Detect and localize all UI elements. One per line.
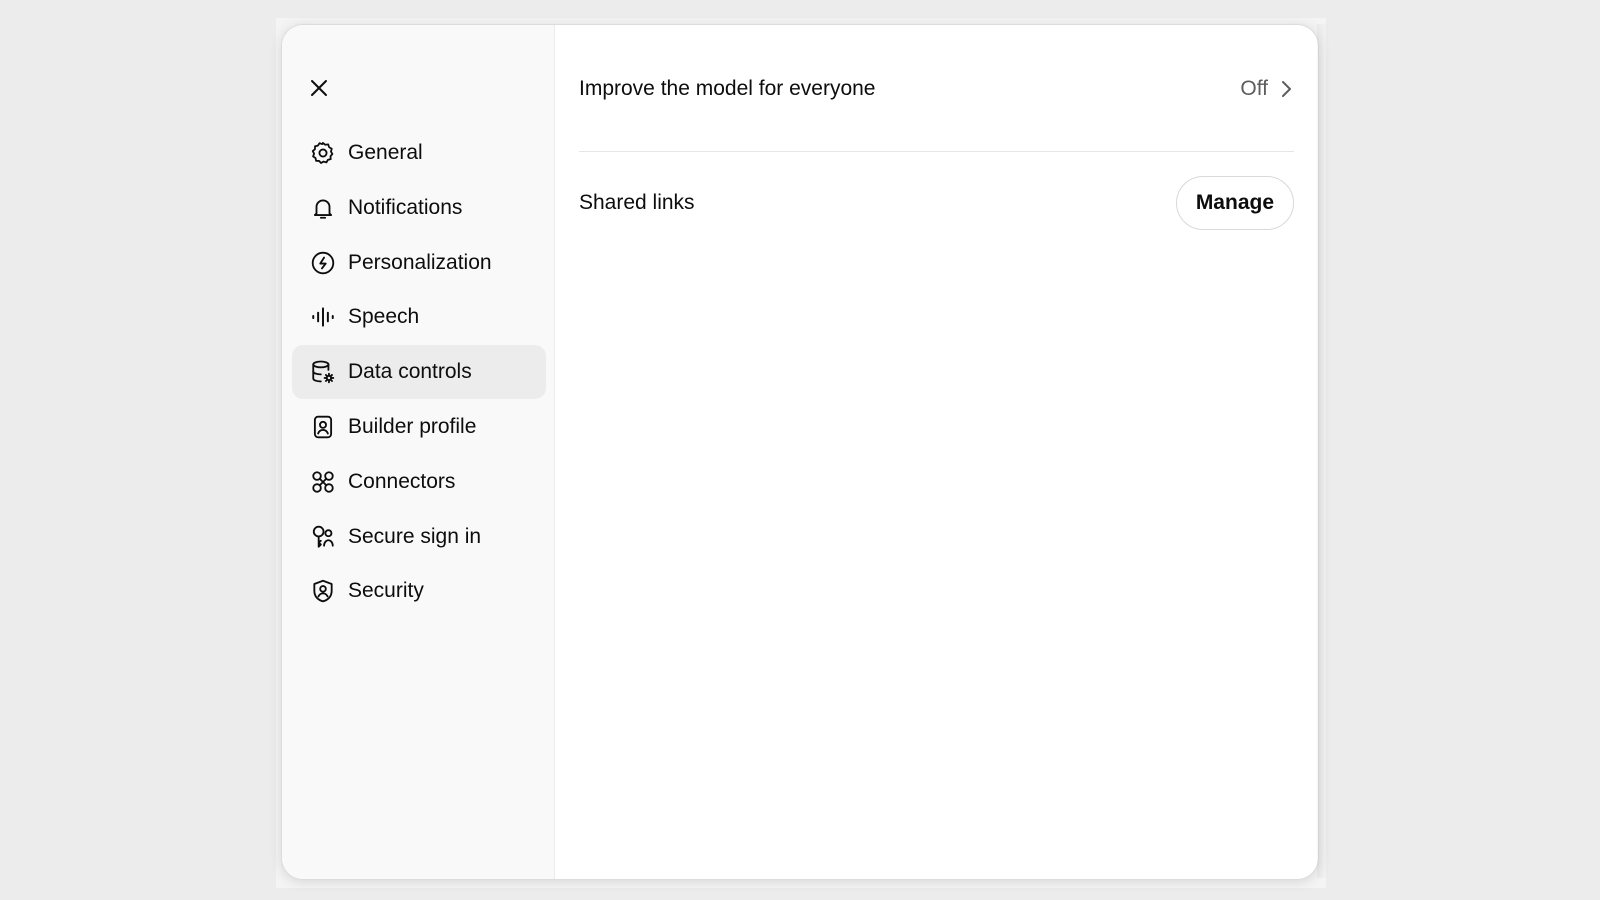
sidebar-item-label: Personalization [348,250,492,274]
sidebar-item-label: General [348,141,423,164]
shared-links-row: Shared links Manage [579,176,1294,230]
id-badge-icon [310,414,336,440]
sidebar-item-label: Data controls [348,360,472,384]
sidebar-item-connectors[interactable]: Connectors [292,455,546,509]
bell-icon [310,195,336,221]
sidebar-item-builder-profile[interactable]: Builder profile [292,400,546,454]
shield-user-icon [310,578,336,604]
manage-button[interactable]: Manage [1175,176,1294,230]
sidebar-item-secure-sign-in[interactable]: Secure sign in [292,510,546,564]
sidebar-item-label: Secure sign in [348,524,482,548]
sidebar-item-speech[interactable]: Speech [292,290,546,344]
database-gear-icon [310,359,336,385]
settings-content: Improve the model for everyone Off Share… [555,25,1318,879]
settings-sidebar: General Notifications Personalization Sp… [282,25,555,879]
sidebar-item-label: Security [348,579,424,603]
improve-model-value: Off [1240,77,1268,100]
close-button[interactable] [304,73,334,103]
dialog-edge-shadow [1317,24,1329,878]
shared-links-label: Shared links [579,191,695,214]
improve-model-toggle[interactable]: Off [1240,77,1294,101]
settings-dialog: General Notifications Personalization Sp… [281,24,1319,880]
settings-nav: General Notifications Personalization Sp… [292,126,546,619]
key-user-icon [310,524,336,550]
sidebar-item-label: Notifications [348,195,463,219]
sidebar-item-data-controls[interactable]: Data controls [292,345,546,400]
sidebar-item-label: Connectors [348,469,456,493]
sidebar-item-label: Builder profile [348,414,477,438]
sidebar-item-personalization[interactable]: Personalization [292,236,546,290]
close-icon [311,80,327,96]
chevron-right-icon [1280,79,1294,99]
connectors-icon [310,469,336,495]
improve-model-label: Improve the model for everyone [579,77,876,100]
sidebar-item-label: Speech [348,305,420,329]
sidebar-item-security[interactable]: Security [292,564,546,618]
sidebar-item-notifications[interactable]: Notifications [292,181,546,235]
personalization-icon [310,250,336,276]
waveform-icon [310,304,336,330]
sidebar-item-general[interactable]: General [292,126,546,180]
gear-icon [310,140,336,166]
improve-model-row: Improve the model for everyone Off [579,57,1294,152]
